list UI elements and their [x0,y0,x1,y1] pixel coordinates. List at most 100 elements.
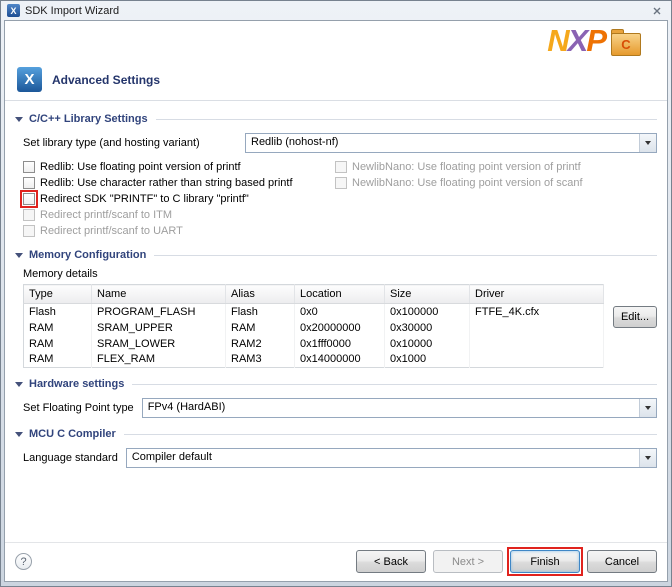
cell-name: SRAM_UPPER [92,320,226,336]
cell-size: 0x100000 [385,304,470,320]
cell-location: 0x0 [295,304,385,320]
section-mcu-c-compiler[interactable]: MCU C Compiler [15,427,657,441]
nxp-letter-n: N [547,23,567,58]
section-title-library: C/C++ Library Settings [29,113,148,125]
nxp-letter-x: X [568,23,587,58]
checkbox-icon [335,177,347,189]
column-header-size[interactable]: Size [385,285,470,304]
column-header-type[interactable]: Type [24,285,92,304]
cell-driver [470,336,604,352]
twistie-icon[interactable] [15,117,23,122]
cell-alias: RAM2 [226,336,295,352]
twistie-icon[interactable] [15,432,23,437]
floating-point-row: Set Floating Point type FPv4 (HardABI) [23,398,657,418]
wizard-header: X Advanced Settings [5,67,667,100]
wizard-x-icon: X [17,67,42,92]
cell-location: 0x1fff0000 [295,336,385,352]
folder-body: C [611,33,641,56]
checkbox-label: NewlibNano: Use floating point version o… [352,161,581,173]
back-button[interactable]: < Back [356,550,426,573]
cell-type: Flash [24,304,92,320]
twistie-icon[interactable] [15,253,23,258]
cell-size: 0x10000 [385,336,470,352]
section-title-memory: Memory Configuration [29,249,146,261]
section-library-settings[interactable]: C/C++ Library Settings [15,112,657,126]
footer-buttons: < Back Next > Finish Cancel [356,550,657,573]
column-header-alias[interactable]: Alias [226,285,295,304]
section-rule [156,119,657,120]
nxp-logo: NXP C [547,25,641,56]
section-rule [154,255,657,256]
library-type-label: Set library type (and hosting variant) [23,137,237,149]
checkbox-redirect-sdk-printf[interactable]: Redirect SDK "PRINTF" to C library "prin… [23,191,335,206]
nxp-letters: NXP [547,25,605,56]
checkbox-newlibnano-scanf: NewlibNano: Use floating point version o… [335,175,657,190]
floating-point-label: Set Floating Point type [23,402,134,414]
checkbox-icon [335,161,347,173]
content: C/C++ Library Settings Set library type … [5,101,667,474]
twistie-icon[interactable] [15,382,23,387]
language-standard-row: Language standard Compiler default [23,448,657,468]
cell-driver [470,352,604,368]
library-checkbox-grid: Redlib: Use floating point version of pr… [23,159,657,239]
section-hardware-settings[interactable]: Hardware settings [15,377,657,391]
table-row[interactable]: Flash PROGRAM_FLASH Flash 0x0 0x100000 F… [24,304,604,320]
checkbox-icon[interactable] [23,177,35,189]
checkbox-column-left: Redlib: Use floating point version of pr… [23,159,335,239]
checkbox-label: Redlib: Use character rather than string… [40,177,293,189]
memory-area: Type Name Alias Location Size Driver Fla… [23,284,657,368]
checkbox-redlib-float-printf[interactable]: Redlib: Use floating point version of pr… [23,159,335,174]
memory-details-label: Memory details [23,268,657,280]
cell-location: 0x14000000 [295,352,385,368]
column-header-location[interactable]: Location [295,285,385,304]
floating-point-value: FPv4 (HardABI) [143,399,639,417]
folder-icon: C [611,33,641,56]
checkbox-redlib-char-printf[interactable]: Redlib: Use character rather than string… [23,175,335,190]
checkbox-icon[interactable] [23,193,35,205]
checkbox-icon[interactable] [23,161,35,173]
cell-type: RAM [24,352,92,368]
language-standard-combo[interactable]: Compiler default [126,448,657,468]
section-memory-configuration[interactable]: Memory Configuration [15,248,657,262]
table-row[interactable]: RAM FLEX_RAM RAM3 0x14000000 0x1000 [24,352,604,368]
dialog-body: NXP C X Advanced Settings C/C++ Library … [4,20,668,582]
cell-type: RAM [24,336,92,352]
section-rule [132,384,657,385]
cell-driver [470,320,604,336]
memory-table[interactable]: Type Name Alias Location Size Driver Fla… [23,284,604,368]
cell-name: FLEX_RAM [92,352,226,368]
close-icon[interactable] [648,4,665,18]
next-button: Next > [433,550,503,573]
cell-name: SRAM_LOWER [92,336,226,352]
column-header-name[interactable]: Name [92,285,226,304]
chevron-down-icon[interactable] [639,399,656,417]
floating-point-combo[interactable]: FPv4 (HardABI) [142,398,657,418]
table-row[interactable]: RAM SRAM_LOWER RAM2 0x1fff0000 0x10000 [24,336,604,352]
page-title: Advanced Settings [52,73,160,87]
top-band: NXP C [5,21,667,67]
cell-size: 0x1000 [385,352,470,368]
spacer [5,474,667,542]
app-icon: X [7,4,20,17]
table-row[interactable]: RAM SRAM_UPPER RAM 0x20000000 0x30000 [24,320,604,336]
checkbox-label: Redirect printf/scanf to ITM [40,209,172,221]
library-type-combo[interactable]: Redlib (nohost-nf) [245,133,657,153]
cell-location: 0x20000000 [295,320,385,336]
chevron-down-icon[interactable] [639,449,656,467]
edit-button[interactable]: Edit... [613,306,657,328]
chevron-down-icon[interactable] [639,134,656,152]
column-header-driver[interactable]: Driver [470,285,604,304]
help-icon[interactable]: ? [15,553,32,570]
sdk-import-wizard-window: X SDK Import Wizard NXP C X Advanced Set… [0,0,672,587]
checkbox-label: Redirect SDK "PRINTF" to C library "prin… [40,193,249,205]
library-type-row: Set library type (and hosting variant) R… [23,133,657,153]
table-header-row: Type Name Alias Location Size Driver [24,285,604,304]
checkbox-icon [23,209,35,221]
cancel-button[interactable]: Cancel [587,550,657,573]
cell-alias: RAM3 [226,352,295,368]
checkbox-redirect-uart: Redirect printf/scanf to UART [23,223,335,238]
finish-button[interactable]: Finish [510,550,580,573]
checkbox-newlibnano-printf: NewlibNano: Use floating point version o… [335,159,657,174]
checkbox-label: NewlibNano: Use floating point version o… [352,177,583,189]
nxp-letter-p: P [586,23,605,58]
